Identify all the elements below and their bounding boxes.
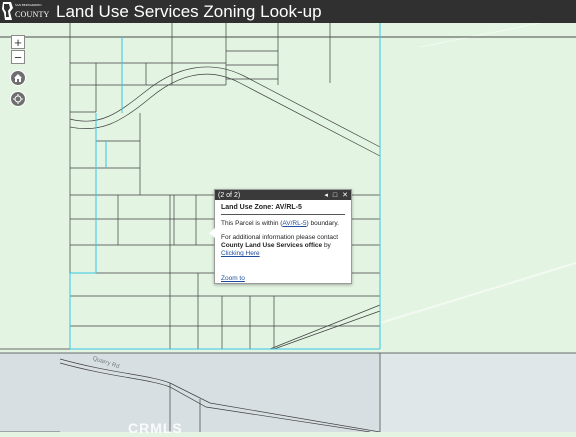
previous-feature-icon[interactable]: ◂ (324, 192, 328, 199)
zone-area-gray (0, 353, 380, 432)
locate-button[interactable] (10, 91, 26, 107)
locate-icon (13, 94, 23, 104)
close-icon[interactable]: ✕ (342, 192, 348, 199)
logo-caption: SAN BERNARDINO (15, 3, 42, 7)
popup-contact-line: For additional information please contac… (221, 234, 339, 257)
info-popup: (2 of 2) ◂ □ ✕ Land Use Zone: AV/RL-5 Th… (209, 189, 352, 284)
app-header: SAN BERNARDINO COUNTY Land Use Services … (0, 0, 576, 23)
popup-body: Land Use Zone: AV/RL-5 This Parcel is wi… (215, 200, 351, 262)
zone-boundary-lines (69, 23, 381, 350)
popup-title: Land Use Zone: AV/RL-5 (221, 204, 302, 211)
zoom-out-button[interactable]: − (11, 50, 25, 64)
popup-divider (221, 214, 345, 215)
popup-pointer (209, 228, 215, 238)
zoom-to-link[interactable]: Zoom to (221, 275, 245, 282)
county-logo: SAN BERNARDINO COUNTY (0, 0, 50, 23)
logo-wordmark: COUNTY (15, 10, 50, 19)
zone-area-gray-right (380, 353, 576, 432)
zone-link[interactable]: AV/RL-5 (282, 220, 306, 227)
popup-zone-line: This Parcel is within (AV/RL-5) boundary… (221, 220, 339, 227)
popup-count: (2 of 2) (218, 191, 241, 199)
watermark-text: CRMLS (128, 420, 183, 436)
clicking-here-link[interactable]: Clicking Here (221, 250, 260, 257)
popup-header: (2 of 2) ◂ □ ✕ (215, 190, 351, 200)
home-button[interactable] (10, 70, 26, 86)
page-title: Land Use Services Zoning Look-up (56, 1, 322, 21)
maximize-icon[interactable]: □ (333, 192, 337, 199)
home-icon (14, 74, 22, 82)
zoom-in-button[interactable]: + (11, 35, 25, 49)
